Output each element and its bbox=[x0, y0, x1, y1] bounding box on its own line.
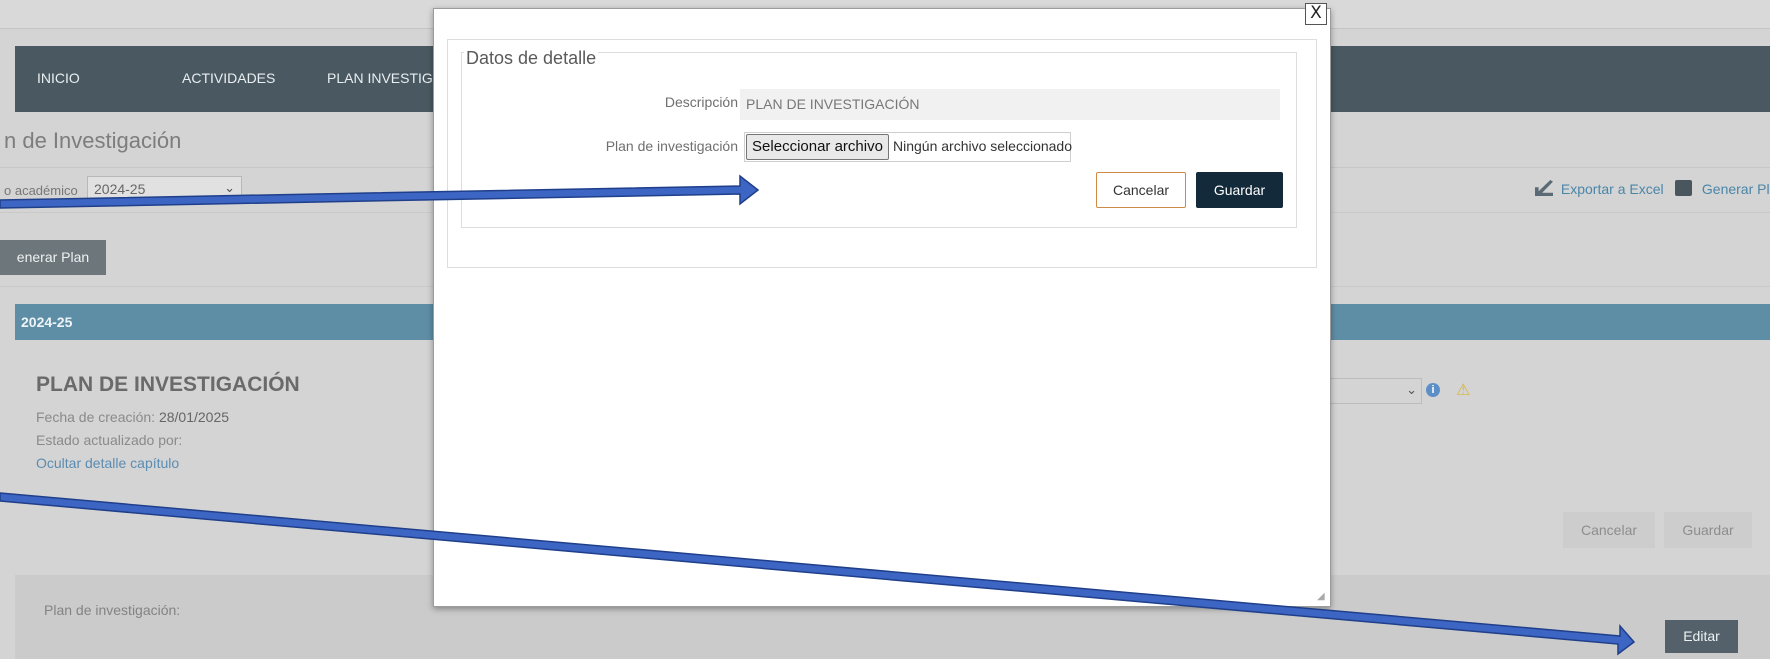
annotation-arrows bbox=[0, 174, 1636, 656]
annotation-arrow-lower bbox=[0, 492, 1636, 656]
annotation-arrow-upper bbox=[0, 174, 760, 209]
